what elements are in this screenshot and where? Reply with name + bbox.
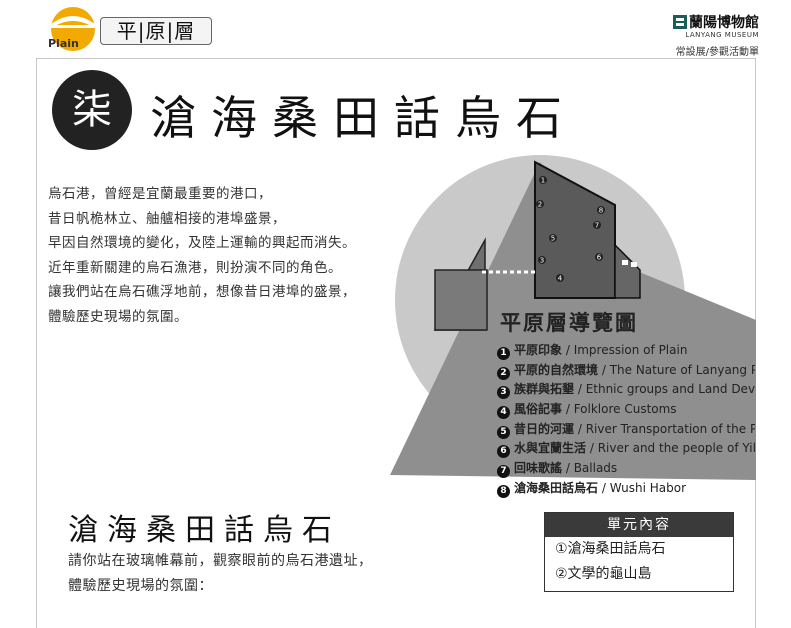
legend-item: 1 平原印象 / Impression of Plain [497,341,755,361]
intro-line: 讓我們站在烏石礁浮地前，想像昔日港埠的盛景， [48,284,356,300]
map-legend: 1 平原印象 / Impression of Plain 2 平原的自然環境 / T… [497,341,755,499]
header-logo: 平|原|層 Plain [44,3,214,53]
legend-item: 5 昔日的河運 / River Transportation of the Pa [497,420,755,440]
legend-item: 3 族群與拓墾 / Ethnic groups and Land Deve [497,380,755,400]
legend-zh: 回味歌謠 [514,461,563,476]
unit-number-badge: 柒 [52,70,132,150]
legend-en: / Ethnic groups and Land Deve [574,382,755,397]
unit-content-heading: 單元內容 [545,513,733,537]
unit-title: 滄海桑田話烏石 [150,91,577,145]
map-label-2: 2 [538,201,542,209]
legend-item: 2 平原的自然環境 / The Nature of Lanyang P [497,361,755,381]
map-label-5: 5 [551,235,555,243]
legend-zh: 滄海桑田話烏石 [514,480,599,495]
legend-item: 6 水與宜蘭生活 / River and the people of Yila [497,439,755,459]
legend-zh: 風俗記事 [514,402,563,417]
legend-zh: 昔日的河運 [514,421,575,436]
legend-number: 8 [497,484,510,498]
intro-line: 烏石港，曾經是宜蘭最重要的港口， [48,186,272,202]
map-marker [622,260,628,265]
section-line: 請你站在玻璃帷幕前，觀察眼前的烏石港遺址， [68,553,373,569]
unit-content-item: ①滄海桑田話烏石 [555,541,666,557]
legend-en: / River Transportation of the Pa [574,421,755,436]
intro-line: 昔日帆桅林立、舳艫相接的港埠盛景， [48,210,286,227]
legend-item: 8 滄海桑田話烏石 / Wushi Habor [497,479,755,499]
legend-number: 4 [497,406,510,420]
map-label-4: 4 [558,275,563,283]
museum-block: 蘭陽博物館 LANYANG MUSEUM 常設展/參觀活動單 [676,12,759,58]
legend-number: 3 [497,386,510,400]
legend-number: 6 [497,445,510,459]
legend-zh: 平原印象 [514,343,563,357]
section-text: 請你站在玻璃帷幕前，觀察眼前的烏石港遺址， 體驗歷史現場的氛圍： [68,549,373,599]
unit-content-box: 單元內容 ①滄海桑田話烏石 ②文學的龜山島 [544,512,734,592]
legend-number: 7 [497,465,510,479]
legend-en: / Ballads [562,461,618,476]
intro-line: 體驗歷史現場的氛圍。 [48,308,188,325]
map-label-6: 6 [597,254,602,262]
tab-plain-level[interactable]: 平|原|層 [100,17,212,45]
map-marker [631,262,637,267]
map-label-7: 7 [595,222,599,230]
legend-en: / Impression of Plain [562,343,688,357]
map-label-8: 8 [599,207,603,215]
intro-text: 烏石港，曾經是宜蘭最重要的港口， 昔日帆桅林立、舳艫相接的港埠盛景， 早因自然環… [48,182,448,329]
museum-en-name: LANYANG MUSEUM [685,31,759,39]
intro-line: 近年重新關建的烏石漁港，則扮演不同的角色。 [48,259,342,276]
unit-content-item: ②文學的龜山島 [555,566,652,582]
legend-item: 7 回味歌謠 / Ballads [497,459,755,479]
legend-en: / River and the people of Yila [586,441,755,456]
legend-en: / Folklore Customs [562,402,677,417]
worksheet-subtitle: 常設展/參觀活動單 [675,47,759,58]
map-left-room [434,269,488,331]
plain-en-label: Plain [48,37,79,50]
map-title: 平原層導覽圖 [500,311,638,335]
section-title: 滄海桑田話烏石 [68,513,341,548]
legend-zh: 水與宜蘭生活 [514,441,587,456]
museum-name: 蘭陽博物館 [689,15,759,31]
legend-number: 5 [497,425,510,439]
legend-number: 1 [497,347,510,360]
map-label-3: 3 [540,257,544,265]
intro-line: 早因自然環境的變化，及陸上運輸的興起而消失。 [48,235,356,251]
map-label-1: 1 [541,177,545,185]
legend-zh: 平原的自然環境 [514,362,599,377]
section-line: 體驗歷史現場的氛圍： [68,578,213,594]
legend-number: 2 [497,366,510,380]
legend-zh: 族群與拓墾 [514,382,575,397]
legend-item: 4 風俗記事 / Folklore Customs [497,400,755,420]
legend-en: / The Nature of Lanyang P [598,362,755,377]
legend-en: / Wushi Habor [598,480,687,495]
